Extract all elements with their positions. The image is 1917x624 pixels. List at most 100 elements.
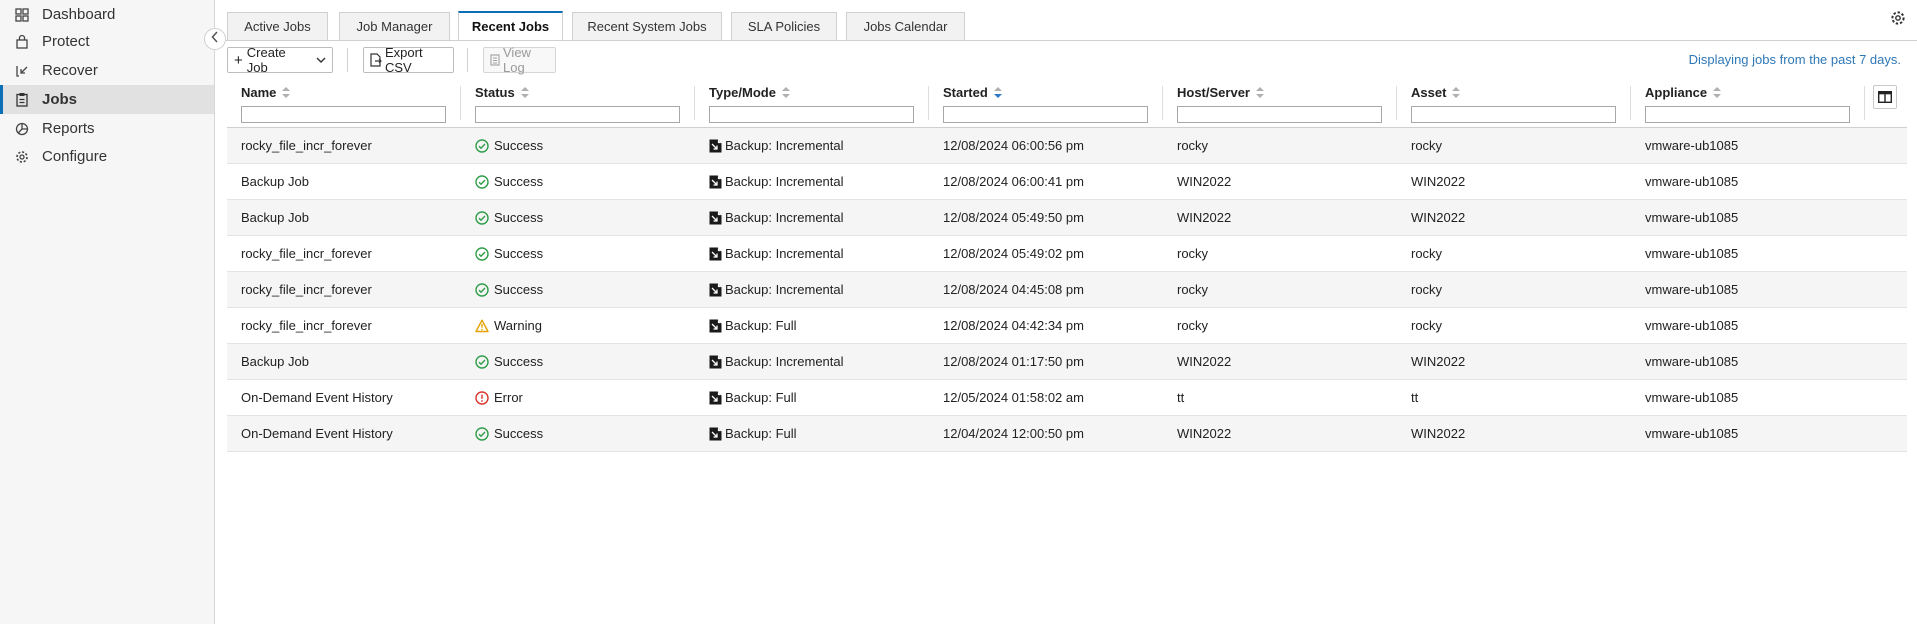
name-text: Backup Job (241, 354, 309, 369)
cell-name: rocky_file_incr_forever (241, 272, 372, 307)
table-row[interactable]: Backup Job Success Backup: Incremental 12/0… (227, 164, 1907, 200)
type-text: Backup: Full (725, 390, 797, 405)
column-header-appliance[interactable]: Appliance (1631, 80, 1865, 128)
cell-name: Backup Job (241, 200, 309, 235)
status-text: Success (494, 174, 544, 189)
sort-icon[interactable] (1713, 86, 1722, 101)
asset-text: rocky (1411, 138, 1443, 153)
export-file-icon (370, 53, 382, 67)
cell-host: WIN2022 (1177, 344, 1231, 379)
type-text: Backup: Incremental (725, 210, 844, 225)
asset-text: WIN2022 (1411, 174, 1466, 189)
sidebar-item-label: Protect (42, 33, 90, 50)
tab-recent-jobs[interactable]: Recent Jobs (458, 11, 563, 40)
status-text: Error (494, 390, 523, 405)
chevron-left-icon (211, 30, 219, 48)
cell-appliance: vmware-ub1085 (1645, 236, 1738, 271)
sort-descending-icon[interactable] (993, 86, 1002, 101)
tab-recent-system-jobs[interactable]: Recent System Jobs (572, 12, 722, 40)
cell-type: Backup: Full (709, 308, 797, 343)
tab-sla-policies[interactable]: SLA Policies (731, 12, 837, 40)
cell-appliance: vmware-ub1085 (1645, 344, 1738, 379)
table-row[interactable]: rocky_file_incr_forever Success Backup: In… (227, 236, 1907, 272)
settings-gear-icon[interactable] (1890, 10, 1906, 26)
lock-icon (14, 34, 30, 50)
column-header-name[interactable]: Name (227, 80, 461, 128)
sort-icon[interactable] (282, 86, 291, 101)
host-text: rocky (1177, 318, 1209, 333)
column-label: Host/Server (1177, 85, 1264, 101)
table-row[interactable]: On-Demand Event History Success Backup: Fu… (227, 416, 1907, 452)
cell-host: rocky (1177, 272, 1208, 307)
tab-label: Jobs Calendar (863, 19, 948, 34)
cell-asset: WIN2022 (1411, 416, 1465, 451)
tab-jobs-calendar[interactable]: Jobs Calendar (846, 12, 965, 40)
type-text: Backup: Full (725, 318, 797, 333)
table-row[interactable]: rocky_file_incr_forever Success Backup: In… (227, 272, 1907, 308)
asset-text: rocky (1411, 282, 1443, 297)
sort-icon[interactable] (520, 86, 529, 101)
column-header-asset[interactable]: Asset (1397, 80, 1631, 128)
name-text: rocky_file_incr_forever (241, 246, 372, 261)
sidebar-item-jobs[interactable]: Jobs (0, 85, 214, 114)
view-log-button[interactable]: View Log (483, 45, 556, 75)
create-job-label: Create Job (246, 45, 286, 75)
tab-active-jobs[interactable]: Active Jobs (227, 12, 328, 40)
column-header-type-mode[interactable]: Type/Mode (695, 80, 929, 128)
appliance-text: vmware-ub1085 (1645, 282, 1739, 297)
cell-type: Backup: Incremental (709, 236, 844, 271)
column-header-status[interactable]: Status (461, 80, 695, 128)
table-row[interactable]: Backup Job Success Backup: Incremental 12/0… (227, 200, 1907, 236)
table-row[interactable]: rocky_file_incr_forever Warning Backup: Fu… (227, 308, 1907, 344)
filter-input-asset[interactable] (1411, 106, 1616, 123)
sort-icon[interactable] (781, 86, 790, 101)
cell-type: Backup: Incremental (709, 128, 844, 163)
sort-icon[interactable] (1255, 86, 1264, 101)
started-text: 12/08/2024 05:49:50 pm (943, 210, 1084, 225)
table-row[interactable]: rocky_file_incr_forever Success Backup: In… (227, 128, 1907, 164)
tab-label: Active Jobs (244, 19, 311, 34)
table-row[interactable]: On-Demand Event History Error Backup: Full… (227, 380, 1907, 416)
filter-input-host-server[interactable] (1177, 106, 1382, 123)
backup-file-icon (709, 355, 722, 369)
filter-input-status[interactable] (475, 106, 680, 123)
appliance-text: vmware-ub1085 (1645, 210, 1739, 225)
filter-input-appliance[interactable] (1645, 106, 1850, 123)
filter-input-started[interactable] (943, 106, 1148, 123)
host-text: WIN2022 (1177, 174, 1232, 189)
cell-host: tt (1177, 380, 1184, 415)
cell-status: Error (475, 380, 523, 415)
column-header-started[interactable]: Started (929, 80, 1163, 128)
tab-job-manager[interactable]: Job Manager (339, 12, 450, 40)
table-row[interactable]: Backup Job Success Backup: Incremental 12/0… (227, 344, 1907, 380)
type-text: Backup: Incremental (725, 174, 844, 189)
backup-file-icon (709, 139, 722, 153)
sidebar-item-label: Configure (42, 148, 108, 165)
filter-input-name[interactable] (241, 106, 446, 123)
column-header-host-server[interactable]: Host/Server (1163, 80, 1397, 128)
appliance-text: vmware-ub1085 (1645, 174, 1739, 189)
type-text: Backup: Incremental (725, 354, 844, 369)
export-csv-button[interactable]: Export CSV (363, 45, 454, 75)
success-check-icon (475, 246, 489, 261)
sort-icon[interactable] (1452, 86, 1461, 101)
cell-host: WIN2022 (1177, 416, 1231, 451)
column-chooser-button[interactable] (1873, 85, 1897, 109)
column-divider (1864, 86, 1865, 120)
create-job-button[interactable]: + Create Job (227, 45, 333, 75)
cell-status: Success (475, 344, 543, 379)
chevron-down-icon (316, 57, 326, 64)
host-text: WIN2022 (1177, 354, 1232, 369)
sidebar-item-dashboard[interactable]: Dashboard (0, 0, 214, 29)
sidebar-item-reports[interactable]: Reports (0, 114, 214, 143)
sidebar-item-configure[interactable]: Configure (0, 142, 214, 171)
cell-asset: rocky (1411, 236, 1442, 271)
filter-input-type-mode[interactable] (709, 106, 914, 123)
table-header: Name Status Type/Mode Started Host/Serve… (227, 80, 1907, 128)
sidebar-item-recover[interactable]: Recover (0, 56, 214, 85)
collapse-sidebar-button[interactable] (204, 28, 226, 50)
status-text: Success (494, 426, 544, 441)
sidebar-item-protect[interactable]: Protect (0, 27, 214, 56)
tab-label: Recent System Jobs (587, 19, 707, 34)
column-label: Started (943, 85, 1002, 101)
